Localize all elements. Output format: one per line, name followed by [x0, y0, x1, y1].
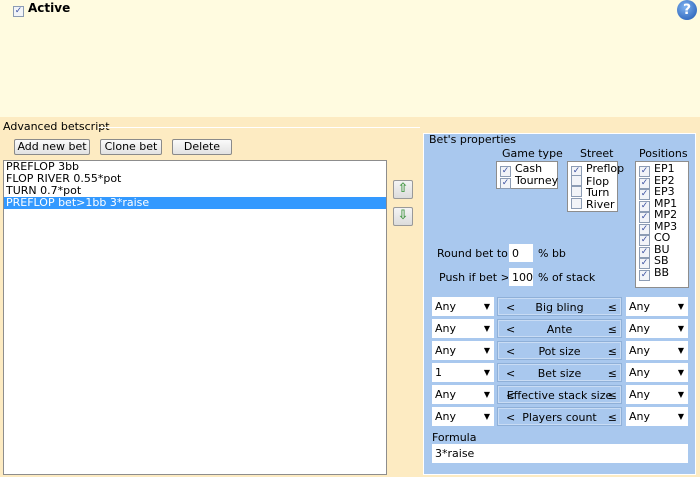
checkbox-turn[interactable]: Turn: [571, 186, 614, 198]
checkbox-bb[interactable]: ✓ BB: [639, 266, 685, 281]
round-bet-label: Round bet to: [437, 247, 508, 260]
checkbox-river[interactable]: River: [571, 197, 615, 210]
max-select[interactable]: Any ▼: [626, 385, 688, 404]
condition-label: Bet size < ≤: [497, 363, 622, 382]
chevron-down-icon: ▼: [483, 346, 490, 355]
positions-label: Positions: [639, 147, 688, 160]
add-new-bet-button[interactable]: Add new bet: [14, 139, 90, 155]
condition-label: Effective stack size < ≤: [497, 385, 622, 404]
max-select[interactable]: Any ▼: [626, 297, 688, 316]
top-area: [0, 0, 700, 117]
min-select[interactable]: 1 ▼: [432, 363, 494, 382]
min-select[interactable]: Any ▼: [432, 319, 494, 338]
divider: [98, 127, 420, 128]
checkbox-preflop[interactable]: ✓ Preflop: [571, 163, 624, 177]
delete-button[interactable]: Delete: [172, 139, 232, 155]
chevron-down-icon: ▼: [677, 368, 684, 377]
street-box: ✓ Preflop Flop Turn River: [567, 161, 624, 212]
chevron-down-icon: ▼: [483, 302, 490, 311]
chevron-down-icon: ▼: [677, 324, 684, 333]
bet-list[interactable]: PREFLOP 3bb FLOP RIVER 0.55*pot TURN 0.7…: [3, 160, 387, 475]
chevron-down-icon: ▼: [483, 390, 490, 399]
formula-label: Formula: [432, 431, 477, 444]
street-label: Street: [580, 147, 614, 160]
clone-bet-button[interactable]: Clone bet: [100, 139, 162, 155]
condition-label: Ante < ≤: [497, 319, 622, 338]
chevron-down-icon: ▼: [483, 412, 490, 421]
min-select[interactable]: Any ▼: [432, 341, 494, 360]
chevron-down-icon: ▼: [483, 368, 490, 377]
min-select[interactable]: Any ▼: [432, 407, 494, 426]
checkbox-tourney[interactable]: ✓ Tourney: [500, 174, 558, 189]
active-checkbox[interactable]: ✓ Active: [13, 1, 70, 17]
max-select[interactable]: Any ▼: [626, 407, 688, 426]
min-select[interactable]: Any ▼: [432, 297, 494, 316]
min-select[interactable]: Any ▼: [432, 385, 494, 404]
push-input[interactable]: 100: [508, 267, 534, 287]
arrow-up-icon: ⇧: [397, 181, 409, 196]
chevron-down-icon: ▼: [483, 324, 490, 333]
formula-input[interactable]: 3*raise: [432, 444, 688, 463]
chevron-down-icon: ▼: [677, 390, 684, 399]
chevron-down-icon: ▼: [677, 302, 684, 311]
condition-label: Players count < ≤: [497, 407, 622, 426]
chevron-down-icon: ▼: [677, 412, 684, 421]
arrow-down-icon: ⇩: [397, 208, 409, 223]
move-down-button[interactable]: ⇩: [393, 207, 413, 226]
panel-title: Bet's properties: [429, 133, 517, 146]
max-select[interactable]: Any ▼: [626, 363, 688, 382]
checkbox-flop[interactable]: Flop: [571, 174, 614, 187]
checkbox-icon: ✓: [13, 6, 24, 17]
game-type-box: ✓ Cash ✓ Tourney: [496, 161, 558, 189]
push-label: Push if bet >: [439, 271, 510, 284]
move-up-button[interactable]: ⇧: [393, 180, 413, 199]
round-bet-input[interactable]: 0: [508, 243, 534, 263]
chevron-down-icon: ▼: [677, 346, 684, 355]
round-bet-unit: % bb: [538, 247, 566, 260]
list-item-selected[interactable]: PREFLOP bet>1bb 3*raise: [4, 197, 386, 209]
max-select[interactable]: Any ▼: [626, 319, 688, 338]
game-type-label: Game type: [502, 147, 563, 160]
condition-label: Big bling < ≤: [497, 297, 622, 316]
max-select[interactable]: Any ▼: [626, 341, 688, 360]
section-title: Advanced betscript: [3, 120, 110, 133]
push-unit: % of stack: [538, 271, 596, 284]
condition-label: Pot size < ≤: [497, 341, 622, 360]
positions-box: ✓ EP1 ✓ EP2 ✓ EP3 ✓ MP1 ✓ MP2 ✓ MP3 ✓ CO ✓ BU ✓ S…: [635, 161, 689, 288]
help-icon[interactable]: ?: [677, 0, 697, 20]
